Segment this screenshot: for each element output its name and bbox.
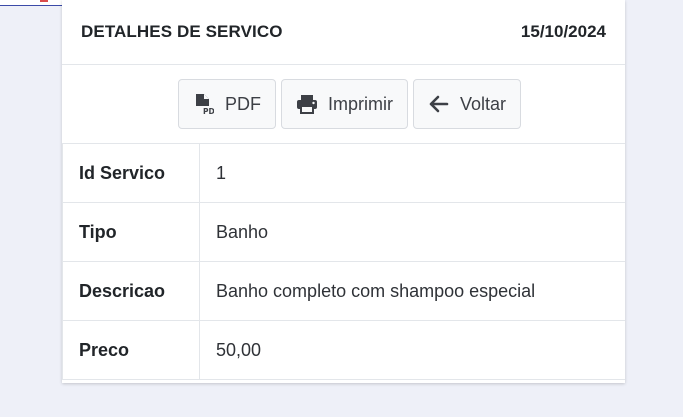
field-value-tipo: Banho	[199, 202, 625, 262]
print-button-label: Imprimir	[327, 93, 393, 114]
page-title: DETALHES DE SERVICO	[81, 22, 283, 41]
field-value-preco: 50,00	[199, 320, 625, 380]
pdf-button-label: PDF	[224, 93, 261, 114]
table-row: Descricao Banho completo com shampoo esp…	[62, 261, 625, 321]
printer-icon	[296, 93, 318, 115]
field-label-id: Id Servico	[62, 143, 200, 203]
back-button[interactable]: Voltar	[412, 79, 522, 129]
file-pdf-icon: PDF	[193, 93, 215, 115]
field-label-descricao: Descricao	[62, 261, 200, 321]
field-label-preco: Preco	[62, 320, 200, 380]
pdf-button[interactable]: PDF PDF	[177, 79, 276, 129]
field-value-id: 1	[199, 143, 625, 203]
table-row: Preco 50,00	[62, 320, 625, 380]
card-header: DETALHES DE SERVICO 15/10/2024	[62, 0, 625, 65]
print-button[interactable]: Imprimir	[280, 79, 408, 129]
back-button-label: Voltar	[459, 93, 507, 114]
svg-text:PDF: PDF	[203, 107, 214, 115]
service-details-card: DETALHES DE SERVICO 15/10/2024 PDF PDF	[62, 0, 625, 383]
field-label-tipo: Tipo	[62, 202, 200, 262]
field-value-descricao: Banho completo com shampoo especial	[199, 261, 625, 321]
table-row: Tipo Banho	[62, 202, 625, 262]
arrow-left-icon	[428, 93, 450, 115]
service-date: 15/10/2024	[520, 22, 606, 41]
action-toolbar: PDF PDF Imprimir Voltar	[62, 65, 625, 143]
details-table: Id Servico 1 Tipo Banho Descricao Banho …	[62, 143, 625, 380]
table-row: Id Servico 1	[62, 143, 625, 203]
